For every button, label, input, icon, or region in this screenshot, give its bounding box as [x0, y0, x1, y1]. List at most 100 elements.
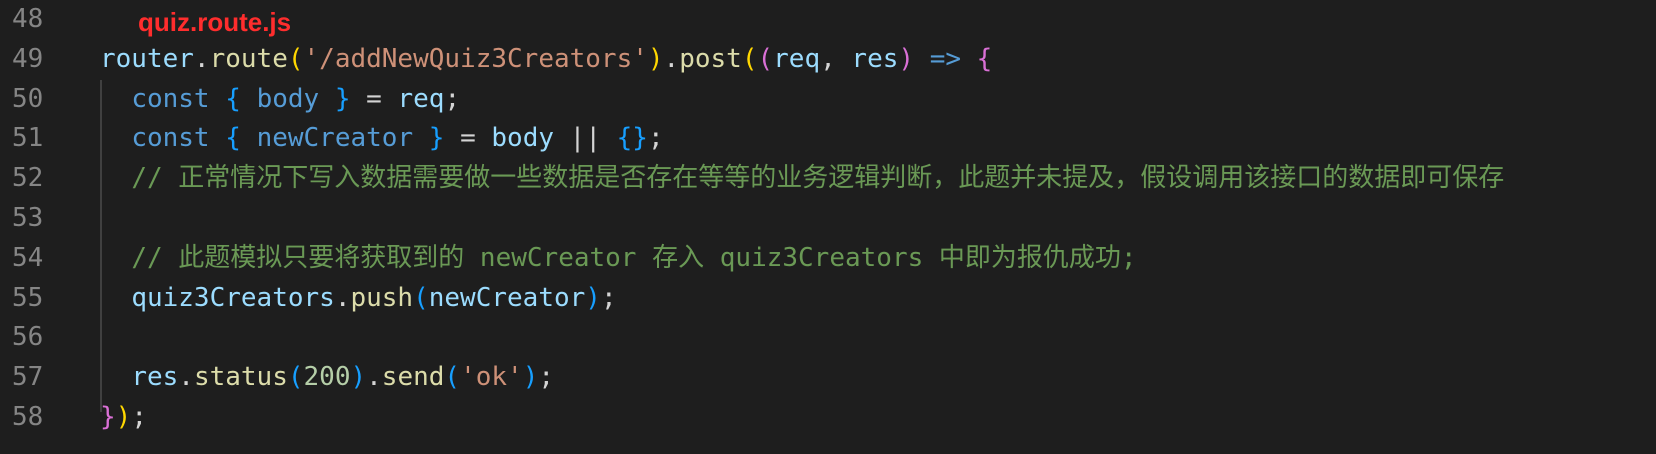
code-token: body — [491, 123, 555, 154]
code-line[interactable]: 57 res.status(200).send('ok'); — [0, 356, 1656, 398]
code-token: ( — [413, 282, 429, 313]
line-number: 57 — [12, 362, 44, 393]
line-code: // 正常情况下写入数据需要做一些数据是否存在等等的业务逻辑判断，此题并未提及，… — [100, 157, 1504, 199]
code-line[interactable]: 50 const { body } = req; — [0, 78, 1656, 120]
code-token: . — [178, 362, 194, 393]
code-line[interactable]: 58}); — [0, 396, 1656, 438]
code-token: || — [554, 123, 617, 154]
code-token: const — [131, 123, 210, 154]
code-token: // 正常情况下写入数据需要做一些数据是否存在等等的业务逻辑判断，此题并未提及，… — [131, 163, 1505, 194]
line-number: 49 — [12, 43, 44, 74]
code-token: . — [663, 43, 680, 74]
code-token: { — [225, 123, 241, 154]
code-token: ) — [898, 43, 915, 74]
line-code: }); — [100, 396, 147, 438]
code-token: newCreator — [256, 123, 414, 154]
code-token: ; — [444, 83, 461, 114]
line-code: const { newCreator } = body || {}; — [100, 117, 664, 159]
code-token: . — [334, 282, 351, 313]
code-token: ; — [131, 402, 147, 432]
code-token: { — [976, 43, 993, 74]
code-line[interactable]: 51 const { newCreator } = body || {}; — [0, 117, 1656, 159]
code-token: ( — [287, 43, 304, 74]
code-token: send — [381, 362, 445, 393]
code-line[interactable]: 52 // 正常情况下写入数据需要做一些数据是否存在等等的业务逻辑判断，此题并未… — [0, 157, 1656, 199]
code-token: ) — [350, 362, 367, 393]
code-token: const — [131, 83, 210, 114]
code-token: ; — [600, 282, 617, 313]
code-token: quiz3Creators — [131, 282, 335, 313]
code-token: ; — [538, 362, 555, 393]
line-number: 55 — [12, 282, 44, 313]
code-token: ) — [585, 282, 601, 313]
code-token: ( — [741, 43, 758, 74]
code-token: } — [334, 83, 351, 114]
code-token: post — [679, 43, 742, 74]
code-token: ) — [647, 43, 664, 74]
line-code: res.status(200).send('ok'); — [100, 356, 554, 398]
code-token: 'ok' — [460, 362, 523, 393]
code-token: router — [100, 43, 194, 74]
code-token: req — [397, 83, 445, 114]
file-label: quiz.route.js — [138, 7, 292, 37]
code-line[interactable]: 54 // 此题模拟只要将获取到的 newCreator 存入 quiz3Cre… — [0, 237, 1656, 279]
line-number: 53 — [12, 203, 44, 233]
code-token: . — [366, 362, 382, 393]
line-number: 50 — [12, 83, 44, 114]
line-code: router.route('/addNewQuiz3Creators').pos… — [100, 38, 992, 80]
code-token: body — [256, 83, 320, 114]
line-number: 54 — [12, 242, 44, 273]
code-token: ( — [757, 43, 774, 74]
code-token: ; — [647, 123, 664, 154]
line-code: quiz3Creators.push(newCreator); — [100, 277, 617, 319]
code-token: {} — [616, 123, 648, 154]
code-token: . — [193, 43, 210, 74]
code-token: ) — [522, 362, 539, 393]
code-line[interactable]: 56 — [0, 316, 1656, 358]
code-token: , — [820, 43, 852, 74]
code-token: ( — [287, 362, 304, 393]
code-token: = — [350, 83, 398, 114]
line-number: 48 — [12, 4, 44, 34]
code-token: ) — [115, 402, 132, 432]
code-token: } — [100, 402, 116, 432]
line-number: 56 — [12, 322, 44, 353]
code-token: = — [444, 123, 492, 154]
code-token: ( — [444, 362, 461, 393]
code-line[interactable]: 55 quiz3Creators.push(newCreator); — [0, 277, 1656, 319]
code-line[interactable]: 53 — [0, 197, 1656, 239]
code-token: newCreator — [428, 282, 586, 313]
line-number: 58 — [12, 402, 44, 432]
code-token: res — [131, 362, 179, 393]
code-token: { — [225, 83, 241, 114]
code-token: res — [851, 43, 899, 74]
code-editor[interactable]: 48 49 router.route('/addNewQuiz3Creators')… — [0, 0, 1656, 454]
line-code: // 此题模拟只要将获取到的 newCreator 存入 quiz3Creato… — [100, 237, 1137, 279]
line-number: 51 — [12, 123, 44, 154]
code-token: 200 — [303, 362, 351, 393]
code-token: => — [929, 43, 962, 74]
line-code: const { body } = req; — [100, 78, 460, 120]
code-token: status — [193, 362, 288, 393]
code-token: route — [209, 43, 288, 74]
code-token: '/addNewQuiz3Creators' — [303, 43, 648, 74]
line-number: 52 — [12, 163, 44, 194]
code-line[interactable]: 49 router.route('/addNewQuiz3Creators').p… — [0, 38, 1656, 80]
code-token: push — [350, 282, 414, 313]
code-token: req — [773, 43, 821, 74]
code-token: // 此题模拟只要将获取到的 newCreator 存入 quiz3Creato… — [131, 242, 1137, 273]
